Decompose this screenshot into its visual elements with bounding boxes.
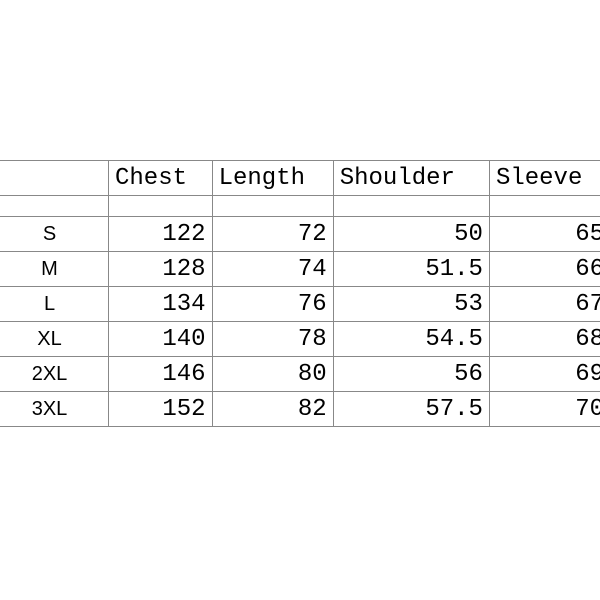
header-length: Length	[212, 161, 333, 196]
cell-chest: 128	[109, 252, 213, 287]
cell-chest: 134	[109, 287, 213, 322]
cell-sleeve: 68	[489, 322, 600, 357]
cell-length: 72	[212, 217, 333, 252]
cell-shoulder: 54.5	[333, 322, 489, 357]
table-row: 2XL 146 80 56 69	[0, 357, 600, 392]
cell-chest: 146	[109, 357, 213, 392]
table-row: M 128 74 51.5 66	[0, 252, 600, 287]
cell-length: 80	[212, 357, 333, 392]
cell-size: L	[0, 287, 109, 322]
cell-size: S	[0, 217, 109, 252]
cell-length: 78	[212, 322, 333, 357]
cell-chest: 140	[109, 322, 213, 357]
cell-sleeve: 65	[489, 217, 600, 252]
cell-size: XL	[0, 322, 109, 357]
header-chest: Chest	[109, 161, 213, 196]
cell-shoulder: 57.5	[333, 392, 489, 427]
cell-shoulder: 56	[333, 357, 489, 392]
header-sleeve: Sleeve	[489, 161, 600, 196]
cell-size: M	[0, 252, 109, 287]
cell-length: 76	[212, 287, 333, 322]
cell-size: 3XL	[0, 392, 109, 427]
table-spacer-row	[0, 196, 600, 217]
header-size	[0, 161, 109, 196]
cell-chest: 122	[109, 217, 213, 252]
table-row: XL 140 78 54.5 68	[0, 322, 600, 357]
cell-length: 82	[212, 392, 333, 427]
cell-sleeve: 70	[489, 392, 600, 427]
table-row: S 122 72 50 65	[0, 217, 600, 252]
cell-shoulder: 51.5	[333, 252, 489, 287]
header-shoulder: Shoulder	[333, 161, 489, 196]
table-header-row: Chest Length Shoulder Sleeve	[0, 161, 600, 196]
cell-shoulder: 50	[333, 217, 489, 252]
cell-shoulder: 53	[333, 287, 489, 322]
cell-sleeve: 67	[489, 287, 600, 322]
table-row: 3XL 152 82 57.5 70	[0, 392, 600, 427]
table-row: L 134 76 53 67	[0, 287, 600, 322]
cell-size: 2XL	[0, 357, 109, 392]
cell-sleeve: 66	[489, 252, 600, 287]
cell-length: 74	[212, 252, 333, 287]
cell-sleeve: 69	[489, 357, 600, 392]
cell-chest: 152	[109, 392, 213, 427]
size-chart-table: Chest Length Shoulder Sleeve S 122 72 50…	[0, 160, 600, 427]
